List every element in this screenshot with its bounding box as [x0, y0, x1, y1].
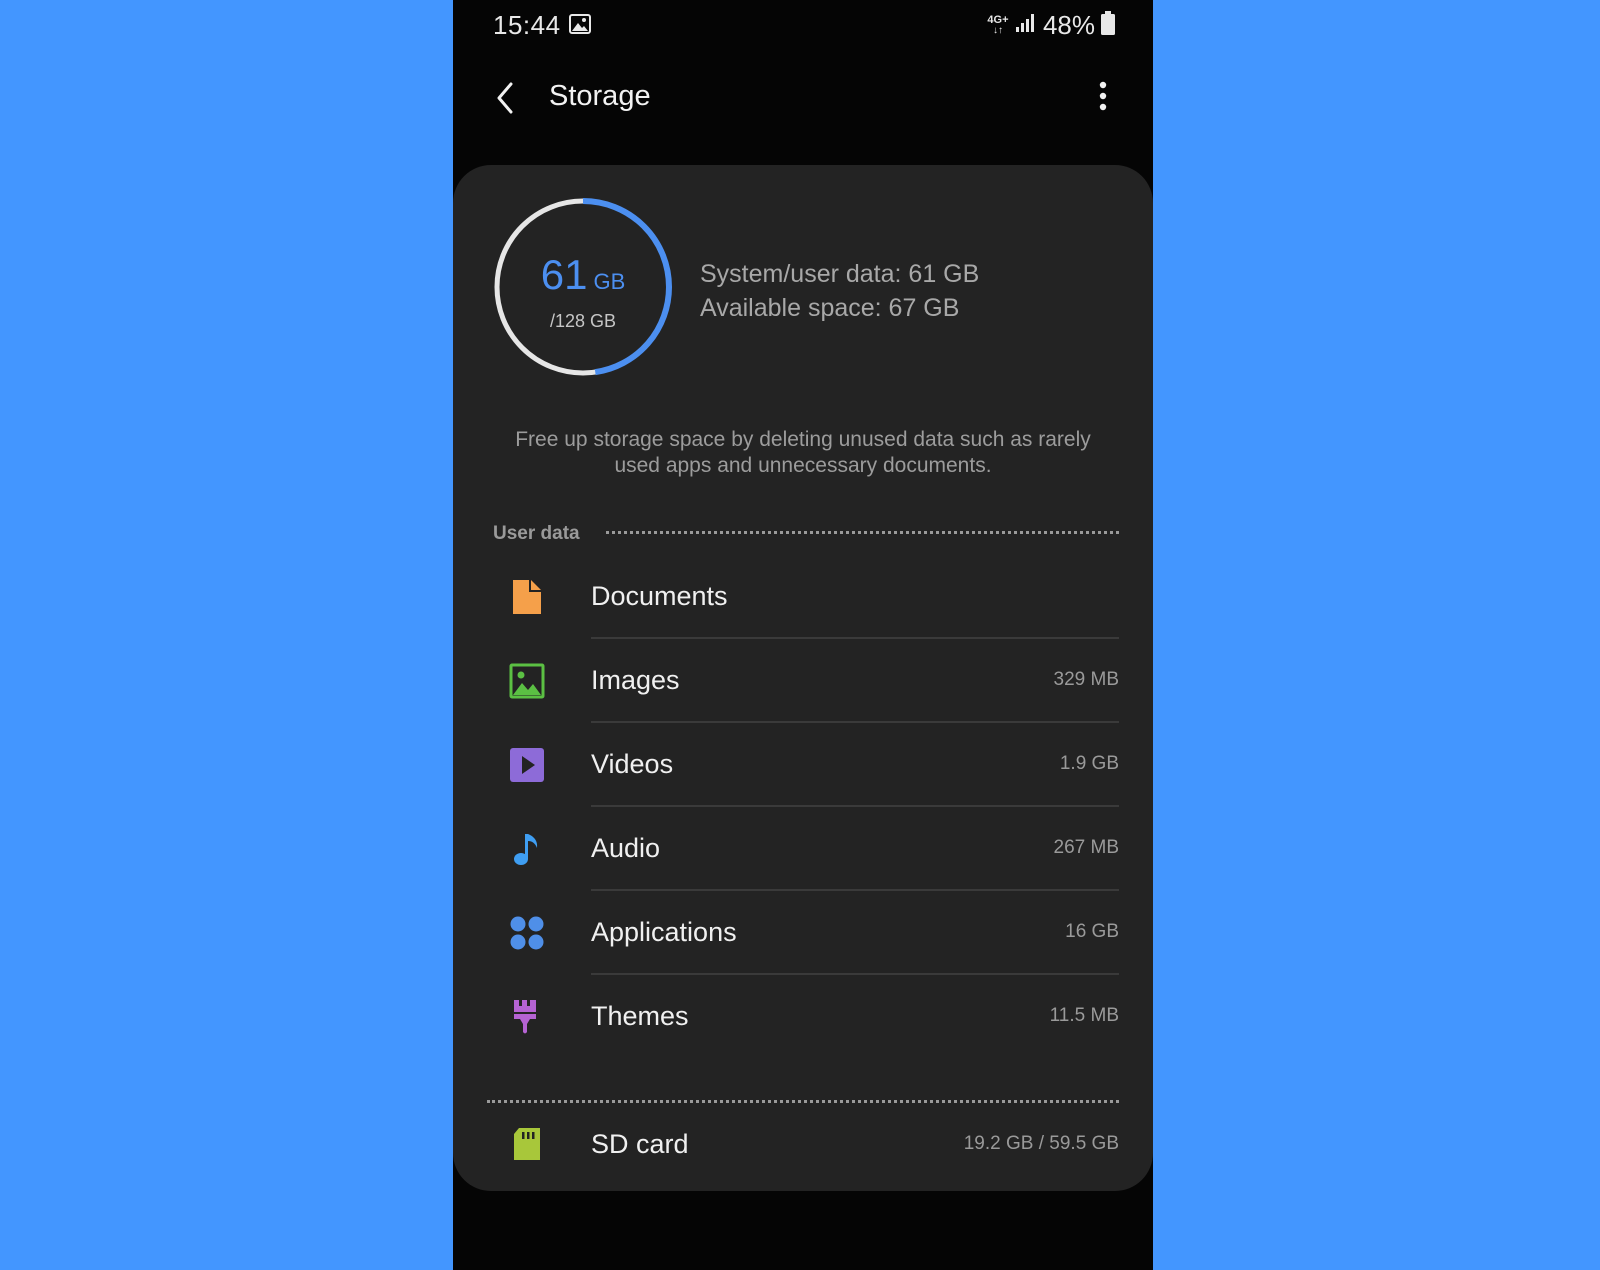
- section-title: User data: [493, 523, 580, 544]
- list-item-themes[interactable]: Themes 11.5 MB: [453, 975, 1153, 1059]
- phone-screen: 15:44 4G+ ↓↑ 48% Storage 61 GB /128 GB S…: [453, 0, 1153, 1270]
- back-button[interactable]: [489, 78, 525, 118]
- gallery-notification-icon: [569, 14, 591, 34]
- list-item-images[interactable]: Images 329 MB: [453, 639, 1153, 723]
- list-item-sd-card[interactable]: SD card 19.2 GB / 59.5 GB: [453, 1107, 1153, 1187]
- item-size: 329 MB: [1053, 669, 1119, 690]
- battery-icon: [1101, 11, 1115, 40]
- page-title: Storage: [549, 80, 651, 112]
- item-label: Applications: [591, 917, 737, 947]
- dotted-divider: [487, 1100, 1119, 1103]
- list-item-documents[interactable]: Documents: [453, 555, 1153, 639]
- used-number: 61: [540, 251, 588, 298]
- used-unit: GB: [593, 269, 626, 294]
- more-options-button[interactable]: [1091, 80, 1115, 116]
- item-label: Videos: [591, 749, 674, 779]
- video-icon: [509, 747, 545, 783]
- network-type: 4G+ ↓↑: [987, 14, 1009, 36]
- list-item-audio[interactable]: Audio 267 MB: [453, 807, 1153, 891]
- status-indicators: 4G+ ↓↑ 48%: [987, 10, 1115, 41]
- total-storage: /128 GB: [549, 311, 617, 331]
- back-arrow-icon: [489, 82, 525, 122]
- item-label: Audio: [591, 833, 661, 863]
- image-icon: [509, 663, 545, 699]
- storage-card: 61 GB /128 GB System/user data: 61 GB Ava…: [453, 165, 1153, 1191]
- list-item-videos[interactable]: Videos 1.9 GB: [453, 723, 1153, 807]
- available-space-text: Available space: 67 GB: [700, 294, 960, 322]
- user-data-list: Documents Images 329 MB Videos 1.9 GB Au…: [453, 555, 1153, 1059]
- item-label: Themes: [591, 1001, 689, 1031]
- dotted-divider: [605, 530, 1119, 534]
- sd-card-icon: [511, 1127, 543, 1161]
- user-data-header: User data: [493, 523, 1119, 545]
- status-time: 15:44: [493, 10, 561, 40]
- document-icon: [509, 579, 545, 615]
- list-item-applications[interactable]: Applications 16 GB: [453, 891, 1153, 975]
- item-size: 19.2 GB / 59.5 GB: [963, 1133, 1119, 1154]
- status-bar: 15:44 4G+ ↓↑ 48%: [453, 0, 1153, 52]
- apps-icon: [509, 915, 545, 951]
- item-size: 267 MB: [1053, 837, 1119, 858]
- battery-percent: 48%: [1042, 10, 1095, 40]
- storage-usage-ring: 61 GB /128 GB: [493, 197, 673, 377]
- more-vert-icon: [1091, 81, 1115, 120]
- music-note-icon: [509, 831, 545, 867]
- system-user-data-text: System/user data: 61 GB: [700, 260, 980, 288]
- signal-icon: [1015, 13, 1037, 38]
- used-storage-value: 61 GB: [493, 251, 673, 299]
- brush-icon: [509, 999, 545, 1035]
- item-size: 1.9 GB: [1059, 753, 1119, 774]
- item-label: Documents: [591, 581, 728, 611]
- item-size: 16 GB: [1065, 921, 1119, 942]
- storage-summary: System/user data: 61 GB Available space:…: [700, 257, 979, 325]
- free-up-hint: Free up storage space by deleting unused…: [515, 428, 1091, 477]
- app-bar: Storage: [453, 68, 1153, 128]
- item-label: Images: [591, 665, 680, 695]
- item-size: 11.5 MB: [1049, 1005, 1119, 1026]
- item-label: SD card: [591, 1129, 689, 1159]
